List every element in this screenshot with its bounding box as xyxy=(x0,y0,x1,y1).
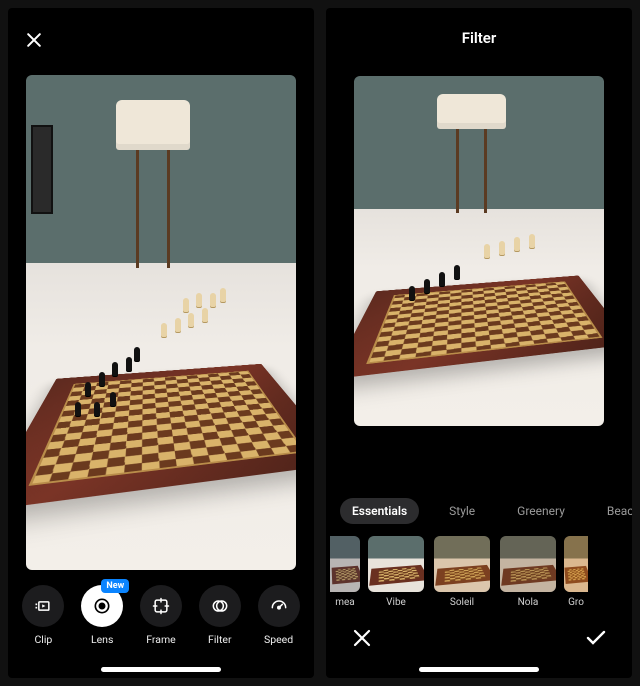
tool-clip[interactable]: Clip xyxy=(14,585,72,646)
filter-label: Nola xyxy=(518,597,539,608)
tool-label: Filter xyxy=(208,633,231,646)
edit-toolbar: Clip New Lens Frame Filter Speed xyxy=(8,577,314,660)
filter-thumb-nola[interactable]: Nola xyxy=(498,536,558,608)
filter-thumbnails[interactable]: mea Vibe Soleil Nola Gro xyxy=(326,530,632,614)
preview-image xyxy=(26,75,296,570)
filter-thumb[interactable]: Gro xyxy=(564,536,588,608)
media-preview[interactable] xyxy=(8,68,314,577)
category-essentials[interactable]: Essentials xyxy=(340,498,419,524)
filter-top-bar: Filter xyxy=(326,8,632,68)
tool-filter[interactable]: Filter xyxy=(191,585,249,646)
filter-category-tabs: Essentials Style Greenery Beach xyxy=(326,488,632,530)
preview-image xyxy=(354,76,604,426)
cancel-button[interactable] xyxy=(350,626,374,650)
chess-pieces-decor xyxy=(354,76,604,426)
top-bar xyxy=(8,8,314,68)
filter-label: mea xyxy=(335,597,355,608)
category-style[interactable]: Style xyxy=(437,498,487,524)
filter-label: Gro xyxy=(568,597,584,608)
filter-preview[interactable] xyxy=(326,68,632,426)
filter-thumb-vibe[interactable]: Vibe xyxy=(366,536,426,608)
check-icon xyxy=(584,626,608,650)
category-greenery[interactable]: Greenery xyxy=(505,498,577,524)
tool-label: Lens xyxy=(91,633,113,646)
filter-thumb[interactable]: mea xyxy=(330,536,360,608)
tool-speed[interactable]: Speed xyxy=(250,585,308,646)
speed-icon xyxy=(258,585,300,627)
tool-label: Clip xyxy=(34,633,52,646)
filter-thumb-soleil[interactable]: Soleil xyxy=(432,536,492,608)
screen-title: Filter xyxy=(462,29,497,47)
filter-label: Vibe xyxy=(386,597,406,608)
tool-lens[interactable]: New Lens xyxy=(73,585,131,646)
clip-icon xyxy=(22,585,64,627)
category-beach[interactable]: Beach xyxy=(595,498,632,524)
frame-icon xyxy=(140,585,182,627)
close-icon xyxy=(24,30,44,50)
editor-screen: Clip New Lens Frame Filter Speed xyxy=(8,8,314,678)
home-indicator[interactable] xyxy=(326,660,632,678)
home-indicator[interactable] xyxy=(8,660,314,678)
confirm-button[interactable] xyxy=(584,626,608,650)
tool-label: Frame xyxy=(146,633,176,646)
tool-label: Speed xyxy=(264,633,293,646)
tool-frame[interactable]: Frame xyxy=(132,585,190,646)
close-icon xyxy=(350,626,374,650)
filter-screen: Filter Essentials Style Greenery Beach m… xyxy=(326,8,632,678)
filter-icon xyxy=(199,585,241,627)
close-button[interactable] xyxy=(24,30,44,50)
new-badge: New xyxy=(101,579,129,593)
filter-label: Soleil xyxy=(450,597,474,608)
chess-pieces-decor xyxy=(26,75,296,570)
filter-action-bar xyxy=(326,614,632,660)
